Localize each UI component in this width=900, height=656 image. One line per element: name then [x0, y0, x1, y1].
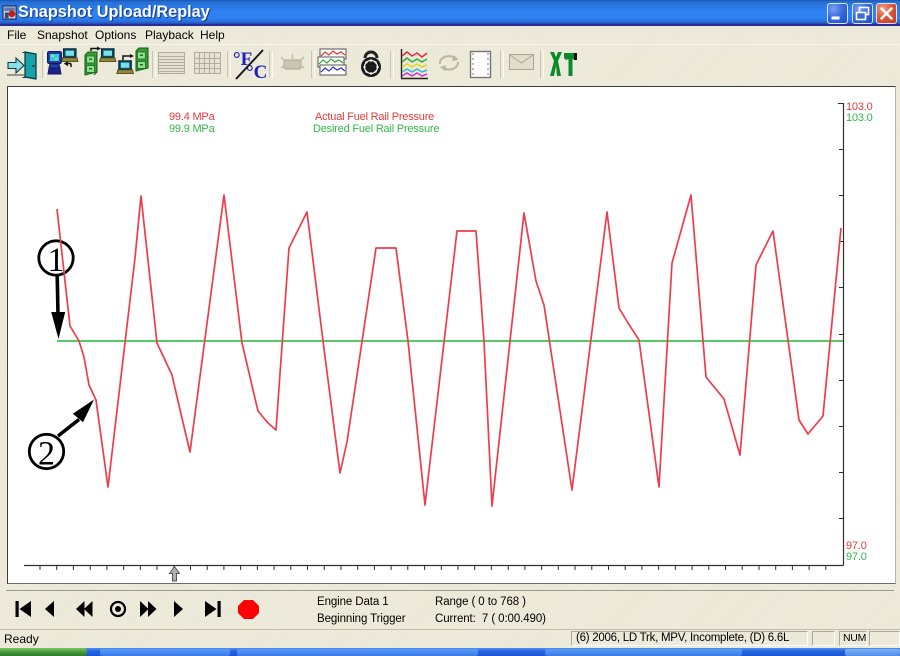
- svg-text:103.0: 103.0: [846, 112, 873, 124]
- svg-text:99.9 MPa: 99.9 MPa: [169, 123, 216, 135]
- svg-text:99.4 MPa: 99.4 MPa: [169, 111, 216, 123]
- svg-text:Desired Fuel Rail Pressure: Desired Fuel Rail Pressure: [313, 123, 439, 135]
- svg-text:2: 2: [38, 435, 55, 472]
- svg-text:Actual Fuel Rail Pressure: Actual Fuel Rail Pressure: [315, 111, 434, 123]
- svg-text:97.0: 97.0: [846, 551, 867, 563]
